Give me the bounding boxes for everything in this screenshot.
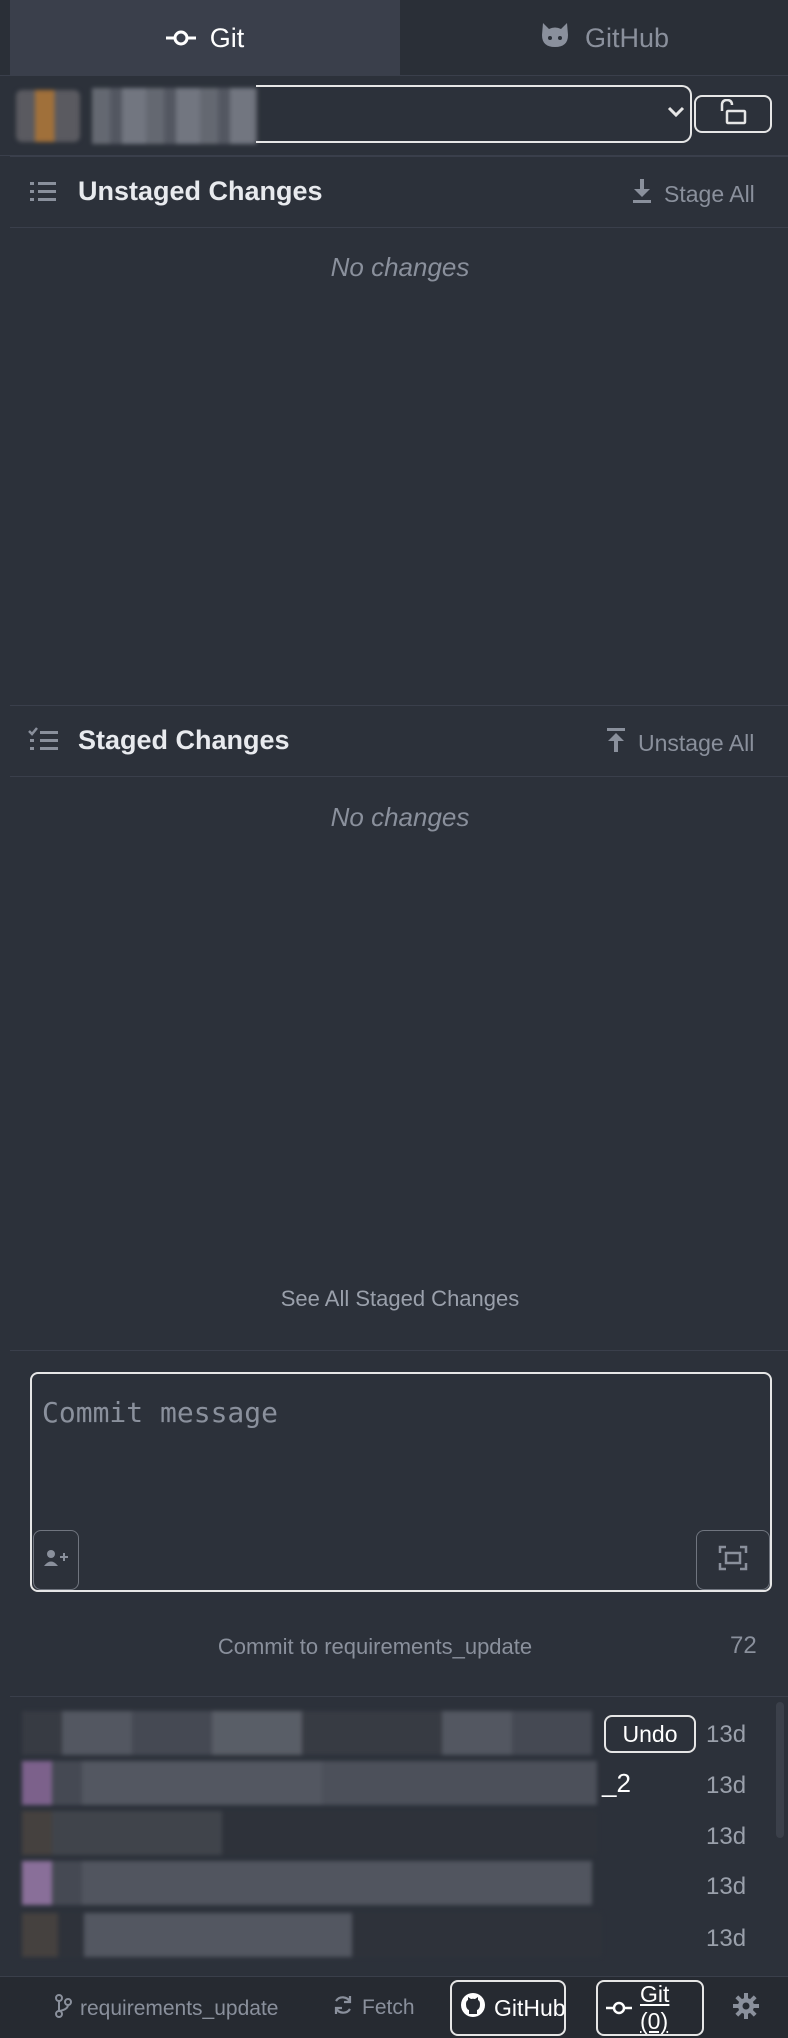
commit-summary-redacted	[22, 1811, 597, 1855]
commit-time: 13d	[706, 1721, 747, 1748]
octocat-icon	[539, 21, 571, 56]
tab-git-label: Git	[209, 22, 245, 53]
git-branch-icon	[54, 1994, 72, 2024]
commit-summary-redacted	[22, 1711, 592, 1755]
add-person-icon	[43, 1548, 69, 1573]
divider	[10, 1696, 788, 1697]
upload-icon	[606, 727, 626, 759]
remaining-characters: 72	[730, 1632, 757, 1659]
commit-time: 13d	[706, 1925, 747, 1952]
tab-github[interactable]: GitHub	[420, 0, 788, 76]
repo-owner-avatar	[16, 90, 80, 142]
unstaged-empty: No changes	[330, 252, 470, 282]
tab-git[interactable]: Git	[10, 0, 400, 76]
commit-message-input[interactable]	[42, 1392, 742, 1432]
checklist-icon	[28, 725, 60, 757]
git-commit-icon	[606, 1995, 632, 2022]
repo-name-redacted	[92, 88, 257, 144]
commit-summary-redacted	[22, 1761, 597, 1805]
lock-toggle-button[interactable]	[694, 95, 772, 133]
git-toggle-label: Git (0)	[640, 1981, 670, 2034]
github-mark-icon	[460, 1992, 486, 2024]
stage-all-label: Stage All	[664, 180, 755, 207]
branch-indicator[interactable]: requirements_update	[54, 1994, 278, 2024]
github-panel-toggle[interactable]: GitHub	[450, 1980, 566, 2036]
commit-time: 13d	[706, 1873, 747, 1900]
staged-title: Staged Changes	[78, 725, 290, 755]
fetch-button[interactable]: Fetch	[332, 1994, 415, 2022]
unstaged-title: Unstaged Changes	[78, 176, 323, 206]
sync-icon	[332, 1994, 354, 2022]
branch-name: requirements_update	[80, 1997, 279, 2020]
stage-all-button[interactable]: Stage All	[632, 178, 755, 210]
see-all-staged-link[interactable]: See All Staged Changes	[0, 1286, 788, 1312]
tab-github-label: GitHub	[584, 22, 670, 53]
gear-icon[interactable]	[732, 1992, 760, 2025]
undo-commit-button[interactable]: Undo	[604, 1715, 696, 1753]
commit-time: 13d	[706, 1823, 747, 1850]
commit-time: 13d	[706, 1772, 747, 1799]
staged-empty: No changes	[330, 802, 470, 832]
commit-summary-redacted	[22, 1913, 602, 1957]
add-coauthor-button[interactable]	[33, 1530, 79, 1590]
commit-summary-suffix: _2	[602, 1768, 631, 1798]
chevron-down-icon[interactable]	[662, 98, 690, 126]
git-panel-toggle[interactable]: Git (0)	[596, 1980, 704, 2036]
commit-button[interactable]: Commit to requirements_update	[0, 1634, 750, 1660]
expand-icon	[718, 1545, 748, 1576]
expand-editor-button[interactable]	[696, 1530, 770, 1590]
git-commit-icon	[165, 23, 196, 54]
unstage-all-label: Unstage All	[638, 729, 755, 756]
unlock-icon	[718, 98, 748, 130]
download-icon	[632, 178, 652, 210]
divider	[10, 1350, 788, 1351]
unstage-all-button[interactable]: Unstage All	[606, 727, 754, 759]
github-toggle-label: GitHub	[494, 1994, 566, 2021]
list-icon	[28, 176, 60, 208]
fetch-label: Fetch	[362, 1996, 415, 2019]
repo-select[interactable]	[256, 85, 692, 143]
commit-summary-redacted	[22, 1861, 592, 1905]
recent-commits-scrollbar[interactable]	[776, 1702, 784, 1838]
